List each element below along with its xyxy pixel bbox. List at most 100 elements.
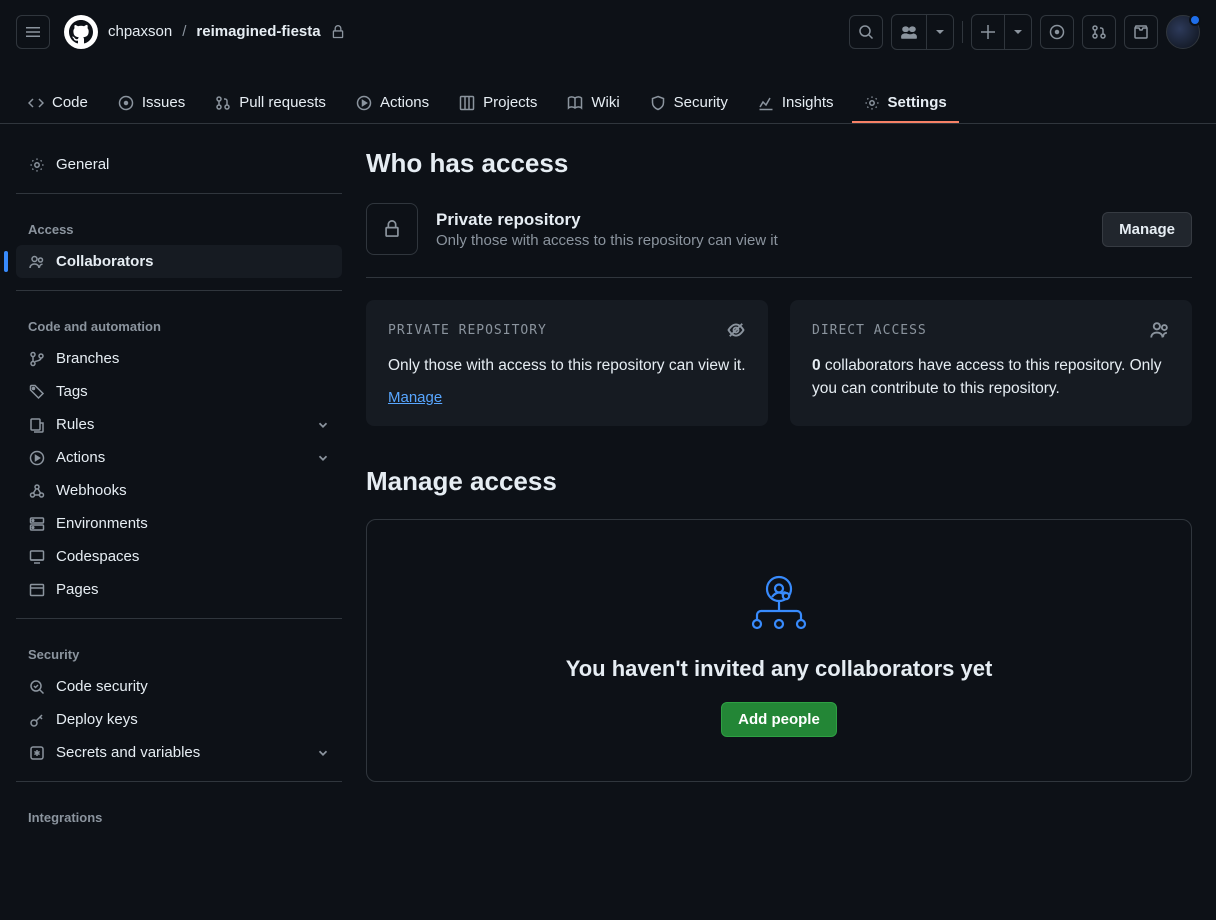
breadcrumb-owner[interactable]: chpaxson — [108, 23, 172, 40]
graph-icon — [758, 95, 774, 111]
manage-access-title: Manage access — [366, 466, 1192, 497]
page-body: General Access Collaborators Code and au… — [0, 124, 1216, 833]
sidebar-item-branches[interactable]: Branches — [16, 342, 342, 375]
server-icon — [28, 516, 46, 532]
gear-icon — [864, 95, 880, 111]
issues-shortcut-button[interactable] — [1040, 15, 1074, 49]
sidebar-item-codespaces[interactable]: Codespaces — [16, 540, 342, 573]
sidebar-item-code-security[interactable]: Code security — [16, 670, 342, 703]
card-body: Only those with access to this repositor… — [388, 354, 746, 377]
card-manage-link[interactable]: Manage — [388, 389, 442, 406]
lock-icon — [331, 25, 345, 39]
collaborator-count: 0 — [812, 357, 821, 374]
copilot-dropdown[interactable] — [926, 15, 953, 49]
add-button[interactable] — [972, 15, 1004, 49]
tab-label: Projects — [483, 94, 537, 111]
sidebar-item-secrets[interactable]: Secrets and variables — [16, 736, 342, 769]
sidebar-divider — [16, 618, 342, 619]
webhook-icon — [28, 483, 46, 499]
sidebar-item-actions[interactable]: Actions — [16, 441, 342, 474]
lock-square-icon — [366, 203, 418, 255]
add-people-button[interactable]: Add people — [721, 702, 837, 737]
tab-label: Issues — [142, 94, 185, 111]
search-icon — [858, 24, 874, 40]
tab-issues[interactable]: Issues — [106, 84, 197, 123]
inbox-icon — [1133, 24, 1149, 40]
project-icon — [459, 95, 475, 111]
sidebar-item-label: Webhooks — [56, 482, 127, 499]
tab-security[interactable]: Security — [638, 84, 740, 123]
people-icon — [28, 254, 46, 270]
tab-actions[interactable]: Actions — [344, 84, 441, 123]
tab-label: Pull requests — [239, 94, 326, 111]
tab-wiki[interactable]: Wiki — [555, 84, 631, 123]
sidebar-item-general[interactable]: General — [16, 148, 342, 181]
inbox-button[interactable] — [1124, 15, 1158, 49]
sidebar-divider — [16, 193, 342, 194]
tab-insights[interactable]: Insights — [746, 84, 846, 123]
sidebar-item-collaborators[interactable]: Collaborators — [16, 245, 342, 278]
manage-access-section: Manage access Y — [366, 466, 1192, 782]
copilot-menu — [891, 14, 954, 50]
breadcrumb-separator: / — [182, 23, 186, 40]
manage-visibility-button[interactable]: Manage — [1102, 212, 1192, 247]
tab-settings[interactable]: Settings — [852, 84, 959, 123]
plus-icon — [980, 24, 996, 40]
issue-icon — [118, 95, 134, 111]
tab-pull-requests[interactable]: Pull requests — [203, 84, 338, 123]
tag-icon — [28, 384, 46, 400]
codespaces-icon — [28, 549, 46, 565]
tab-label: Code — [52, 94, 88, 111]
settings-sidebar: General Access Collaborators Code and au… — [16, 148, 342, 833]
tab-label: Security — [674, 94, 728, 111]
page-title: Who has access — [366, 148, 1192, 179]
sidebar-item-label: Collaborators — [56, 253, 154, 270]
copilot-icon — [900, 23, 918, 41]
top-actions — [849, 14, 1200, 50]
people-icon — [1150, 320, 1170, 340]
tab-label: Actions — [380, 94, 429, 111]
codescan-icon — [28, 679, 46, 695]
play-circle-icon — [356, 95, 372, 111]
sidebar-item-label: Rules — [56, 416, 94, 433]
access-summary-row: Private repository Only those with acces… — [366, 197, 1192, 278]
search-button[interactable] — [849, 15, 883, 49]
gear-icon — [28, 157, 46, 173]
github-logo[interactable] — [64, 15, 98, 49]
sidebar-item-environments[interactable]: Environments — [16, 507, 342, 540]
sidebar-divider — [16, 290, 342, 291]
tab-code[interactable]: Code — [16, 84, 100, 123]
sidebar-item-label: Secrets and variables — [56, 744, 200, 761]
access-subtitle: Only those with access to this repositor… — [436, 232, 1084, 249]
copilot-button[interactable] — [892, 15, 926, 49]
issue-dot-icon — [1049, 24, 1065, 40]
book-icon — [567, 95, 583, 111]
hamburger-button[interactable] — [16, 15, 50, 49]
sidebar-item-webhooks[interactable]: Webhooks — [16, 474, 342, 507]
tab-label: Insights — [782, 94, 834, 111]
sidebar-item-deploy-keys[interactable]: Deploy keys — [16, 703, 342, 736]
empty-state-title: You haven't invited any collaborators ye… — [566, 656, 993, 682]
tab-label: Wiki — [591, 94, 619, 111]
sidebar-item-label: Actions — [56, 449, 105, 466]
sidebar-section-code-automation: Code and automation — [16, 303, 342, 342]
code-icon — [28, 95, 44, 111]
pulls-shortcut-button[interactable] — [1082, 15, 1116, 49]
tab-projects[interactable]: Projects — [447, 84, 549, 123]
sidebar-item-tags[interactable]: Tags — [16, 375, 342, 408]
org-network-icon — [746, 570, 812, 636]
sidebar-item-rules[interactable]: Rules — [16, 408, 342, 441]
hamburger-icon — [25, 24, 41, 40]
chevron-down-icon — [316, 746, 330, 760]
add-dropdown[interactable] — [1004, 15, 1031, 49]
user-avatar[interactable] — [1166, 15, 1200, 49]
shield-icon — [650, 95, 666, 111]
breadcrumb-repo[interactable]: reimagined-fiesta — [196, 23, 320, 40]
sidebar-item-pages[interactable]: Pages — [16, 573, 342, 606]
github-mark-icon — [69, 20, 93, 44]
repo-nav: Code Issues Pull requests Actions Projec… — [0, 64, 1216, 124]
card-label: DIRECT ACCESS — [812, 323, 927, 338]
git-pull-request-icon — [215, 95, 231, 111]
main-content: Who has access Private repository Only t… — [366, 148, 1192, 833]
card-body: 0 collaborators have access to this repo… — [812, 354, 1170, 401]
